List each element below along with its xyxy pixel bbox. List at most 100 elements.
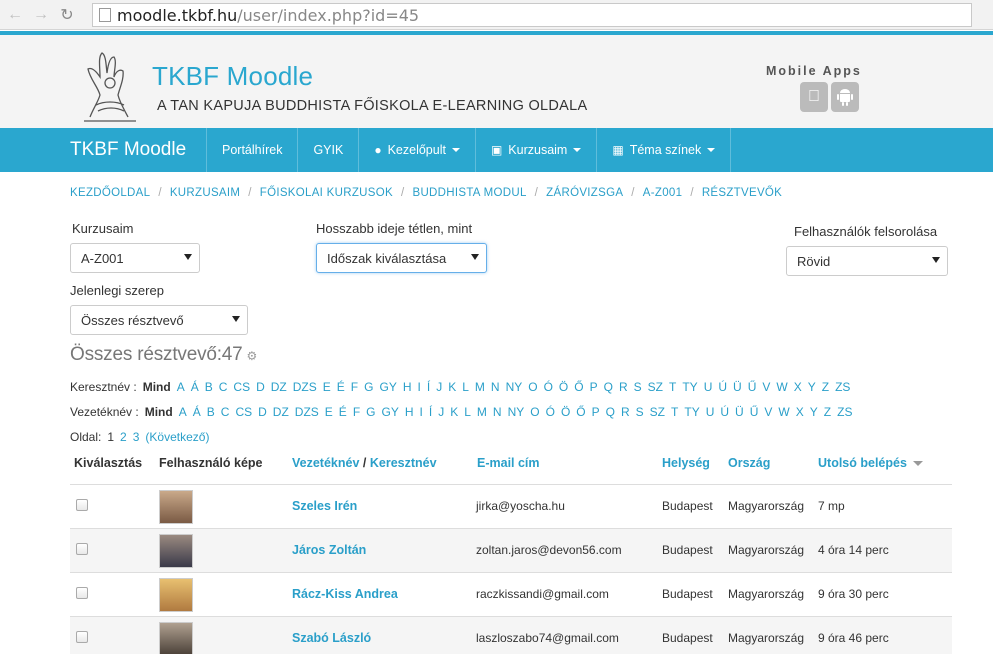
firstname-initial-link[interactable]: Ó: [544, 380, 553, 394]
firstname-initial-link[interactable]: Q: [604, 380, 613, 394]
firstname-initial-link[interactable]: Ő: [574, 380, 583, 394]
lastname-initial-link[interactable]: Ő: [576, 405, 585, 419]
lastname-initial-link[interactable]: E: [325, 405, 333, 419]
lastname-initial-link[interactable]: Ü: [735, 405, 744, 419]
user-name-link[interactable]: Szeles Irén: [292, 499, 357, 513]
avatar[interactable]: [159, 622, 193, 654]
lastname-initial-link[interactable]: CS: [235, 405, 252, 419]
firstname-initial-link[interactable]: É: [337, 380, 345, 394]
breadcrumb-item[interactable]: FŐISKOLAI KURZUSOK: [260, 187, 393, 199]
firstname-initial-link[interactable]: U: [704, 380, 713, 394]
row-select-checkbox[interactable]: [76, 499, 88, 511]
lastname-initial-link[interactable]: D: [258, 405, 267, 419]
firstname-initial-link[interactable]: Ö: [559, 380, 568, 394]
firstname-initial-link[interactable]: Ű: [748, 380, 757, 394]
lastname-initial-link[interactable]: ZS: [837, 405, 852, 419]
pager-page-link[interactable]: 3: [133, 430, 140, 444]
lastname-initial-link[interactable]: W: [778, 405, 789, 419]
user-name-link[interactable]: Szabó László: [292, 631, 371, 645]
lastname-initial-link[interactable]: NY: [508, 405, 525, 419]
firstname-initial-link[interactable]: O: [528, 380, 537, 394]
lastname-initial-link[interactable]: K: [450, 405, 458, 419]
avatar[interactable]: [159, 534, 193, 568]
firstname-initial-link[interactable]: Í: [427, 380, 430, 394]
lastname-initial-link[interactable]: F: [353, 405, 360, 419]
lastname-initial-link[interactable]: J: [438, 405, 444, 419]
firstname-initial-link[interactable]: D: [256, 380, 265, 394]
firstname-initial-link[interactable]: S: [634, 380, 642, 394]
lastname-initial-link[interactable]: Q: [606, 405, 615, 419]
avatar[interactable]: [159, 490, 193, 524]
lastname-initial-link[interactable]: GY: [382, 405, 399, 419]
row-select-checkbox[interactable]: [76, 631, 88, 643]
firstname-initial-link[interactable]: Y: [808, 380, 816, 394]
firstname-initial-link[interactable]: N: [491, 380, 500, 394]
lastname-initial-link[interactable]: Ó: [546, 405, 555, 419]
nav-item-portalhirek[interactable]: Portálhírek: [206, 128, 297, 172]
lastname-initial-link[interactable]: G: [366, 405, 375, 419]
lastname-initial-link[interactable]: Ö: [561, 405, 570, 419]
firstname-initial-link[interactable]: T: [669, 380, 676, 394]
breadcrumb-item[interactable]: KEZDŐOLDAL: [70, 187, 150, 199]
firstname-initial-link[interactable]: TY: [682, 380, 697, 394]
firstname-initial-link[interactable]: L: [462, 380, 469, 394]
firstname-initial-link[interactable]: F: [351, 380, 358, 394]
firstname-initial-link[interactable]: Z: [822, 380, 829, 394]
firstname-initial-link[interactable]: G: [364, 380, 373, 394]
lastname-initial-link[interactable]: S: [636, 405, 644, 419]
pager-page-link[interactable]: 2: [120, 430, 127, 444]
firstname-initial-link[interactable]: DZS: [293, 380, 317, 394]
breadcrumb-item[interactable]: KURZUSAIM: [170, 187, 240, 199]
lastname-initial-link[interactable]: É: [339, 405, 347, 419]
sort-lastname-link[interactable]: Vezetéknév: [292, 456, 359, 470]
address-bar[interactable]: moodle.tkbf.hu/user/index.php?id=45: [92, 3, 972, 27]
firstname-initial-link[interactable]: CS: [233, 380, 250, 394]
pager-next-link[interactable]: (Következő): [145, 430, 209, 444]
lastname-initial-link[interactable]: L: [464, 405, 471, 419]
lastname-initial-link[interactable]: V: [764, 405, 772, 419]
firstname-initial-link[interactable]: SZ: [648, 380, 663, 394]
lastname-initial-link[interactable]: P: [592, 405, 600, 419]
lastname-initial-link[interactable]: Y: [810, 405, 818, 419]
row-select-checkbox[interactable]: [76, 587, 88, 599]
user-name-link[interactable]: Rácz-Kiss Andrea: [292, 587, 398, 601]
course-select[interactable]: A-Z001: [70, 243, 200, 273]
breadcrumb-item[interactable]: ZÁRÓVIZSGA: [546, 187, 623, 199]
lastname-initial-link[interactable]: M: [477, 405, 487, 419]
hand-logo-icon[interactable]: [80, 47, 140, 122]
firstname-initial-link[interactable]: ZS: [835, 380, 850, 394]
breadcrumb-item[interactable]: RÉSZTVEVŐK: [702, 187, 782, 199]
lastname-initial-link[interactable]: SZ: [650, 405, 665, 419]
listing-mode-select[interactable]: Rövid: [786, 246, 948, 276]
role-select[interactable]: Összes résztvevő: [70, 305, 248, 335]
breadcrumb-item[interactable]: A-Z001: [643, 187, 683, 199]
firstname-initial-link[interactable]: GY: [379, 380, 396, 394]
lastname-initial-link[interactable]: DZS: [295, 405, 319, 419]
firstname-initial-link[interactable]: M: [475, 380, 485, 394]
nav-item-kezelopult[interactable]: ● Kezelőpult: [358, 128, 475, 172]
firstname-initial-link[interactable]: J: [436, 380, 442, 394]
gear-icon[interactable]: ⚙: [247, 349, 258, 363]
lastname-initial-link[interactable]: A: [179, 405, 187, 419]
firstname-initial-link[interactable]: V: [762, 380, 770, 394]
firstname-initial-link[interactable]: I: [418, 380, 421, 394]
nav-item-gyik[interactable]: GYIK: [297, 128, 358, 172]
sort-lastaccess-link[interactable]: Utolsó belépés: [818, 456, 907, 470]
avatar[interactable]: [159, 578, 193, 612]
row-select-checkbox[interactable]: [76, 543, 88, 555]
lastname-initial-link[interactable]: Í: [429, 405, 432, 419]
sort-email-link[interactable]: E-mail cím: [477, 456, 540, 470]
firstname-initial-link[interactable]: W: [776, 380, 787, 394]
lastname-initial-link[interactable]: U: [706, 405, 715, 419]
lastname-initial-link[interactable]: T: [671, 405, 678, 419]
navbar-brand[interactable]: TKBF Moodle: [70, 139, 186, 161]
firstname-initial-link[interactable]: C: [219, 380, 228, 394]
lastname-initial-link[interactable]: N: [493, 405, 502, 419]
reload-icon[interactable]: ↻: [56, 4, 78, 26]
firstname-initial-link[interactable]: R: [619, 380, 628, 394]
apple-icon[interactable]: : [800, 82, 828, 112]
firstname-initial-link[interactable]: P: [590, 380, 598, 394]
user-name-link[interactable]: Járos Zoltán: [292, 543, 366, 557]
inactive-period-select[interactable]: Időszak kiválasztása: [316, 243, 487, 273]
lastname-initial-link[interactable]: Ű: [750, 405, 759, 419]
